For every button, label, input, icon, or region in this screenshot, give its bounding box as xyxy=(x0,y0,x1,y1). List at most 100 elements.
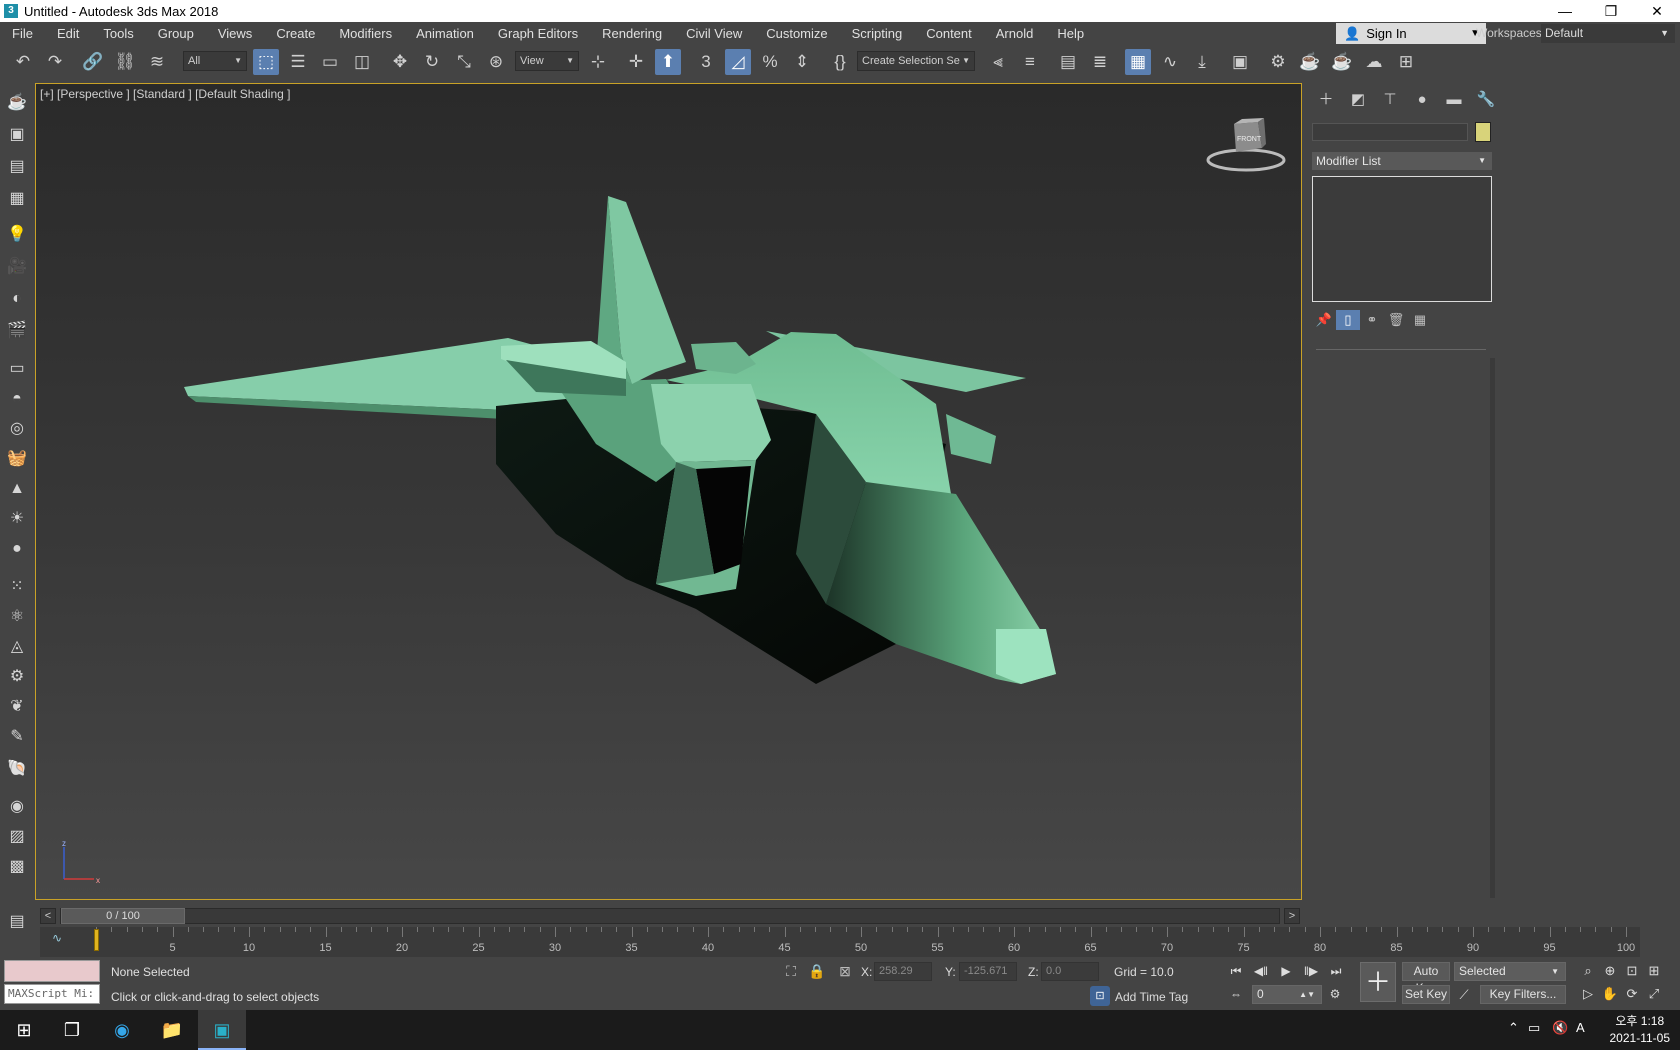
task-view-icon[interactable]: ❐ xyxy=(48,1010,96,1050)
toggle-ribbon-icon[interactable]: ▦ xyxy=(1125,49,1151,75)
current-frame-spinner[interactable]: 0 ▲▼ xyxy=(1252,985,1322,1004)
menu-tools[interactable]: Tools xyxy=(91,22,145,45)
maximize-viewport-icon[interactable]: ⤢ xyxy=(1644,984,1664,1004)
volume-muted-icon[interactable]: 🔇 xyxy=(1552,1020,1568,1036)
sphere-icon[interactable]: ● xyxy=(4,536,30,562)
aircraft-model[interactable] xyxy=(36,84,1302,900)
light-bulb-icon[interactable]: 💡 xyxy=(4,222,30,248)
menu-content[interactable]: Content xyxy=(914,22,984,45)
edit-named-selection-icon[interactable]: {} xyxy=(827,49,853,75)
grass-icon[interactable]: ❦ xyxy=(4,694,30,720)
cone-icon[interactable]: ▲ xyxy=(4,476,30,502)
menu-modifiers[interactable]: Modifiers xyxy=(327,22,404,45)
render-setup-icon[interactable]: ⚙ xyxy=(1265,49,1291,75)
table-icon[interactable]: ▦ xyxy=(4,186,30,212)
utilities-tab-icon[interactable]: 🔧 xyxy=(1470,89,1502,111)
helper-icon[interactable]: ◐ xyxy=(4,286,30,312)
zoom-extents-all-icon[interactable]: ⊞ xyxy=(1644,961,1664,981)
next-frame-icon[interactable]: ‖▶ xyxy=(1300,962,1322,980)
key-mode-dropdown[interactable]: Selected ▼ xyxy=(1454,962,1566,981)
material-editor-icon[interactable]: ▣ xyxy=(1227,49,1253,75)
menu-animation[interactable]: Animation xyxy=(404,22,486,45)
show-end-result-icon[interactable]: ▯ xyxy=(1336,310,1360,330)
add-time-tag[interactable]: Add Time Tag xyxy=(1115,990,1188,1004)
teapot-icon[interactable]: ☕ xyxy=(4,90,30,116)
menu-rendering[interactable]: Rendering xyxy=(590,22,674,45)
link-icon[interactable]: 🔗 xyxy=(80,49,106,75)
gear-icon[interactable]: ⚙ xyxy=(4,664,30,690)
go-to-end-icon[interactable]: ⏭ xyxy=(1325,962,1347,980)
angle-snap-icon[interactable]: ◿ xyxy=(725,49,751,75)
basket-icon[interactable]: 🧺 xyxy=(4,446,30,472)
isolate-selection-icon[interactable]: ⛶ xyxy=(782,962,800,980)
menu-scripting[interactable]: Scripting xyxy=(840,22,915,45)
scene-states-icon[interactable]: ▨ xyxy=(4,824,30,850)
time-slider-next-button[interactable]: > xyxy=(1284,908,1300,924)
ring-icon[interactable]: ◎ xyxy=(4,416,30,442)
redo-icon[interactable]: ↷ xyxy=(42,49,68,75)
time-tag-icon[interactable]: ⊡ xyxy=(1090,986,1110,1006)
spinner-snap-icon[interactable]: ⇕ xyxy=(789,49,815,75)
motion-tab-icon[interactable]: ● xyxy=(1406,89,1438,111)
minimize-button[interactable]: — xyxy=(1542,0,1588,22)
object-color-swatch[interactable] xyxy=(1475,122,1491,142)
network-icon[interactable]: ▭ xyxy=(1528,1020,1540,1036)
menu-group[interactable]: Group xyxy=(146,22,206,45)
undo-icon[interactable]: ↶ xyxy=(10,49,36,75)
viewcube[interactable]: FRONT xyxy=(1206,114,1286,174)
menu-create[interactable]: Create xyxy=(264,22,327,45)
place-icon[interactable]: ⊛ xyxy=(483,49,509,75)
close-button[interactable]: ✕ xyxy=(1634,0,1680,22)
named-selection-dropdown[interactable]: Create Selection Se ▼ xyxy=(857,51,975,71)
reference-coordinate-dropdown[interactable]: View ▼ xyxy=(515,51,579,71)
remove-modifier-icon[interactable]: 🗑 xyxy=(1384,310,1408,330)
set-key-button[interactable]: Set Key xyxy=(1402,985,1450,1004)
grid-particles-icon[interactable]: ⁙ xyxy=(4,574,30,600)
modify-tab-icon[interactable]: ◩ xyxy=(1342,89,1374,111)
scale-icon[interactable]: ⤡ xyxy=(451,49,477,75)
time-slider-prev-button[interactable]: < xyxy=(40,908,56,924)
object-name-field[interactable] xyxy=(1312,123,1468,141)
atoms-icon[interactable]: ⚛ xyxy=(4,604,30,630)
tray-overflow-icon[interactable]: ⌃ xyxy=(1508,1020,1519,1036)
pan-view-icon[interactable]: ✋ xyxy=(1600,984,1620,1004)
camera-rig-icon[interactable]: 🎬 xyxy=(4,318,30,344)
mirror-icon[interactable]: ⫷ xyxy=(985,49,1011,75)
make-unique-icon[interactable]: ⚭ xyxy=(1360,310,1384,330)
panel-divider[interactable] xyxy=(1316,349,1486,350)
hemisphere-icon[interactable]: ◓ xyxy=(4,386,30,412)
plane-icon[interactable]: ▭ xyxy=(4,356,30,382)
geosphere-icon[interactable]: ◬ xyxy=(4,634,30,660)
keyboard-shortcut-override-icon[interactable]: ⬆ xyxy=(655,49,681,75)
rendered-frame-window-icon[interactable]: ☕ xyxy=(1297,49,1323,75)
taskbar-clock[interactable]: 오후 1:18 2021-11-05 xyxy=(1610,1013,1671,1047)
key-filters-button[interactable]: Key Filters... xyxy=(1480,985,1566,1004)
window-crossing-icon[interactable]: ◫ xyxy=(349,49,375,75)
menu-edit[interactable]: Edit xyxy=(45,22,91,45)
render-production-icon[interactable]: ☕ xyxy=(1329,49,1355,75)
edge-browser-icon[interactable]: ◉ xyxy=(98,1010,146,1050)
render-icon[interactable]: ▣ xyxy=(4,122,30,148)
unlink-icon[interactable]: ⛓ xyxy=(112,49,138,75)
x-coord-field[interactable]: 258.29 xyxy=(874,962,932,981)
time-slider-track[interactable]: 0 / 100 xyxy=(60,908,1280,924)
material-sphere-icon[interactable]: ◉ xyxy=(4,794,30,820)
panel-scrollbar[interactable] xyxy=(1490,358,1495,898)
menu-file[interactable]: File xyxy=(0,22,45,45)
ime-indicator[interactable]: A xyxy=(1576,1020,1585,1035)
time-slider-thumb[interactable]: 0 / 100 xyxy=(61,908,185,924)
track-bar[interactable]: ∿ 5 10 15 20 25 30 35 40 45 50 55 60 65 70 75 80 85 90 95 1… xyxy=(40,927,1640,957)
menu-views[interactable]: Views xyxy=(206,22,264,45)
y-coord-field[interactable]: -125.671 xyxy=(959,962,1017,981)
pivot-center-icon[interactable]: ⊹ xyxy=(585,49,611,75)
modifier-list-dropdown[interactable]: Modifier List ▼ xyxy=(1312,152,1492,170)
percent-snap-icon[interactable]: % xyxy=(757,49,783,75)
select-by-name-icon[interactable]: ☰ xyxy=(285,49,311,75)
modifier-stack[interactable] xyxy=(1312,176,1492,302)
scene-explorer-icon[interactable]: ▤ xyxy=(1055,49,1081,75)
play-icon[interactable]: ▶ xyxy=(1275,962,1297,980)
create-tab-icon[interactable]: ＋ xyxy=(1310,89,1342,111)
current-frame-marker[interactable] xyxy=(94,929,99,951)
pin-stack-icon[interactable]: 📌 xyxy=(1312,310,1336,330)
zoom-extents-icon[interactable]: ⊡ xyxy=(1622,961,1642,981)
